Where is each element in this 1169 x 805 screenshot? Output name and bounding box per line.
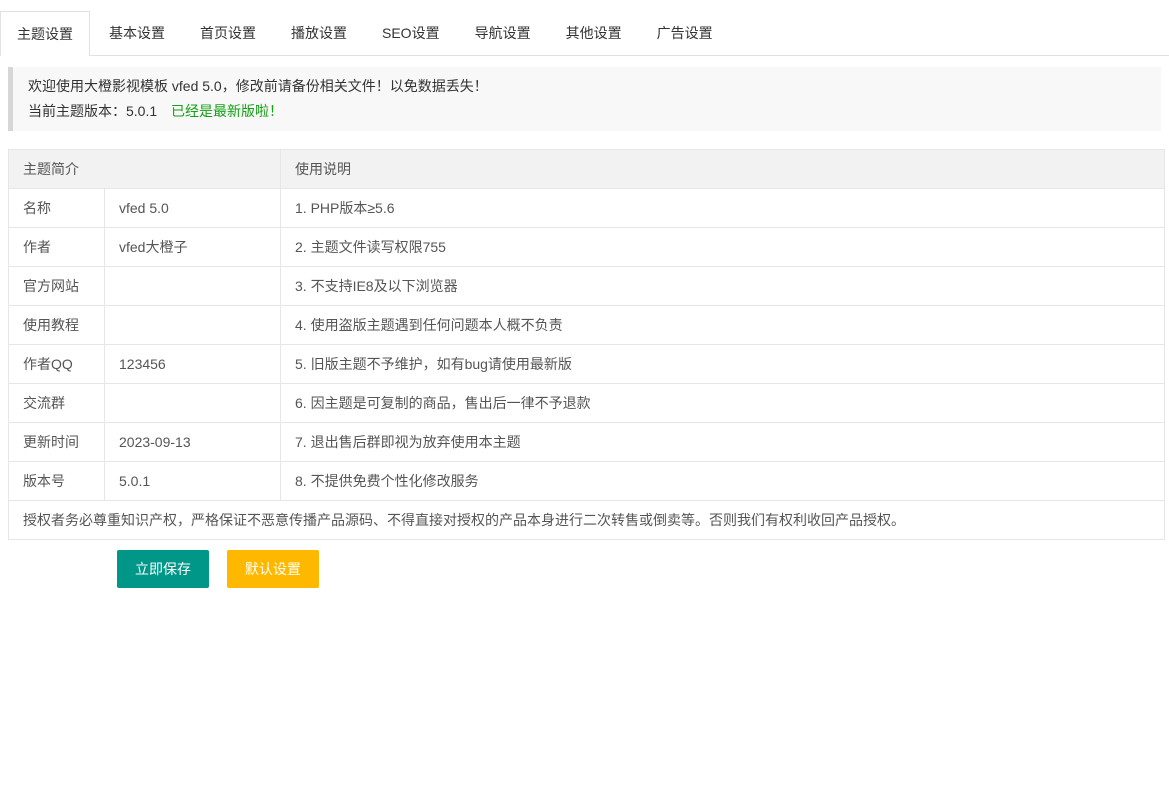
row-value: 2023-09-13 — [105, 423, 281, 462]
tab-other-settings[interactable]: 其他设置 — [550, 11, 638, 55]
notice-version-line: 当前主题版本：5.0.1 已经是最新版啦！ — [28, 99, 1146, 124]
table-row: 作者 vfed大橙子 2. 主题文件读写权限755 — [9, 228, 1165, 267]
usage-item: 1. PHP版本≥5.6 — [281, 189, 1165, 228]
table-row: 官方网站 3. 不支持IE8及以下浏览器 — [9, 267, 1165, 306]
table-row: 使用教程 4. 使用盗版主题遇到任何问题本人概不负责 — [9, 306, 1165, 345]
table-header-row: 主题简介 使用说明 — [9, 150, 1165, 189]
usage-item: 6. 因主题是可复制的商品，售出后一律不予退款 — [281, 384, 1165, 423]
usage-item: 5. 旧版主题不予维护，如有bug请使用最新版 — [281, 345, 1165, 384]
row-value: 123456 — [105, 345, 281, 384]
row-label: 版本号 — [9, 462, 105, 501]
copyright-row: 授权者务必尊重知识产权，严格保证不恶意传播产品源码、不得直接对授权的产品本身进行… — [9, 501, 1165, 540]
row-value — [105, 267, 281, 306]
row-label: 交流群 — [9, 384, 105, 423]
table-row: 交流群 6. 因主题是可复制的商品，售出后一律不予退款 — [9, 384, 1165, 423]
theme-info-table: 主题简介 使用说明 名称 vfed 5.0 1. PHP版本≥5.6 作者 vf… — [8, 149, 1165, 540]
save-button[interactable]: 立即保存 — [117, 550, 209, 588]
current-version-value: 5.0.1 — [126, 103, 157, 119]
row-label: 官方网站 — [9, 267, 105, 306]
row-value — [105, 306, 281, 345]
usage-item: 8. 不提供免费个性化修改服务 — [281, 462, 1165, 501]
settings-tab-bar: 主题设置 基本设置 首页设置 播放设置 SEO设置 导航设置 其他设置 广告设置 — [0, 11, 1169, 56]
notice-welcome-text: 欢迎使用大橙影视模板 vfed 5.0，修改前请备份相关文件！以免数据丢失！ — [28, 74, 1146, 99]
usage-item: 4. 使用盗版主题遇到任何问题本人概不负责 — [281, 306, 1165, 345]
usage-item: 7. 退出售后群即视为放弃使用本主题 — [281, 423, 1165, 462]
table-row: 作者QQ 123456 5. 旧版主题不予维护，如有bug请使用最新版 — [9, 345, 1165, 384]
tab-seo-settings[interactable]: SEO设置 — [366, 11, 456, 55]
tab-theme-settings[interactable]: 主题设置 — [0, 11, 90, 56]
row-label: 使用教程 — [9, 306, 105, 345]
header-theme-intro: 主题简介 — [9, 150, 281, 189]
table-row: 名称 vfed 5.0 1. PHP版本≥5.6 — [9, 189, 1165, 228]
usage-item: 3. 不支持IE8及以下浏览器 — [281, 267, 1165, 306]
row-value — [105, 384, 281, 423]
tab-nav-settings[interactable]: 导航设置 — [459, 11, 547, 55]
row-label: 名称 — [9, 189, 105, 228]
usage-item: 2. 主题文件读写权限755 — [281, 228, 1165, 267]
table-row: 更新时间 2023-09-13 7. 退出售后群即视为放弃使用本主题 — [9, 423, 1165, 462]
table-row: 版本号 5.0.1 8. 不提供免费个性化修改服务 — [9, 462, 1165, 501]
tab-ad-settings[interactable]: 广告设置 — [641, 11, 729, 55]
default-settings-button[interactable]: 默认设置 — [227, 550, 319, 588]
tab-home-settings[interactable]: 首页设置 — [184, 11, 272, 55]
copyright-text: 授权者务必尊重知识产权，严格保证不恶意传播产品源码、不得直接对授权的产品本身进行… — [9, 501, 1165, 540]
row-label: 更新时间 — [9, 423, 105, 462]
row-label: 作者 — [9, 228, 105, 267]
tab-basic-settings[interactable]: 基本设置 — [93, 11, 181, 55]
form-actions: 立即保存 默认设置 — [117, 550, 1169, 588]
tab-play-settings[interactable]: 播放设置 — [275, 11, 363, 55]
latest-version-text: 已经是最新版啦！ — [171, 103, 283, 119]
current-version-label: 当前主题版本： — [28, 103, 126, 119]
row-value: vfed大橙子 — [105, 228, 281, 267]
row-value: vfed 5.0 — [105, 189, 281, 228]
row-value: 5.0.1 — [105, 462, 281, 501]
notice-box: 欢迎使用大橙影视模板 vfed 5.0，修改前请备份相关文件！以免数据丢失！ 当… — [8, 67, 1161, 131]
row-label: 作者QQ — [9, 345, 105, 384]
header-usage-instructions: 使用说明 — [281, 150, 1165, 189]
